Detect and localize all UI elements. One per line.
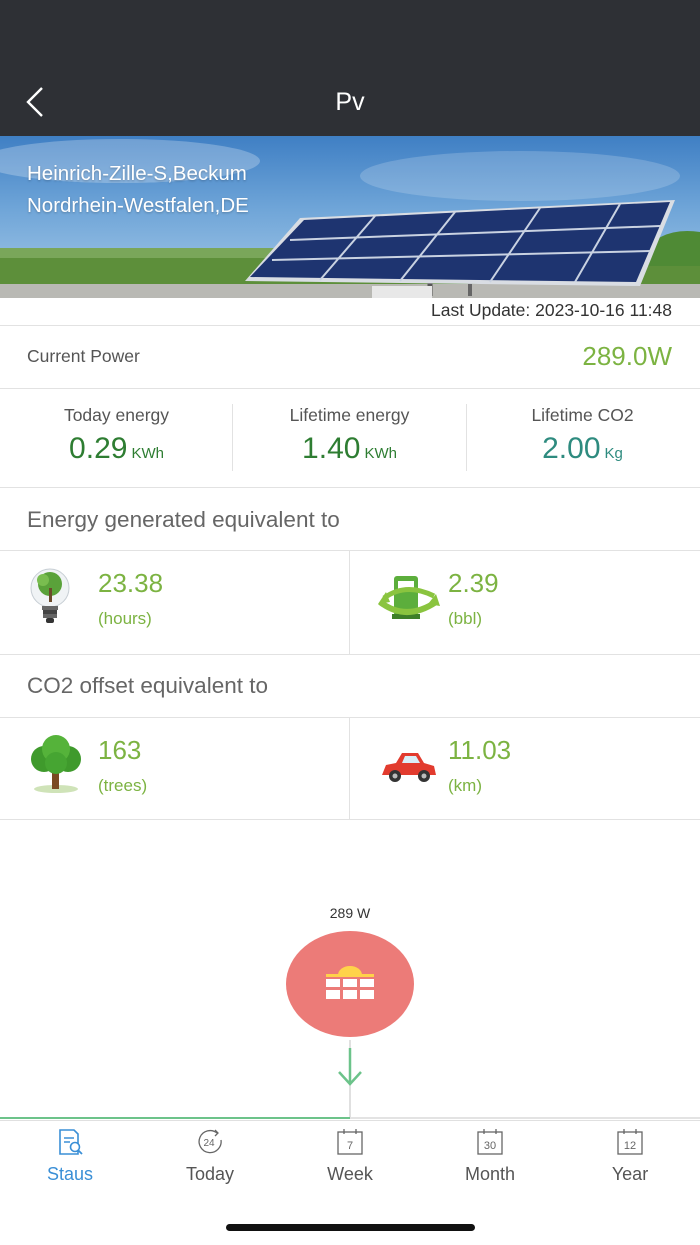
stat-label: Lifetime energy xyxy=(289,405,410,425)
flow-lines xyxy=(0,1040,700,1119)
site-banner: Heinrich-Zille-S,Beckum Nordrhein-Westfa… xyxy=(0,136,700,298)
calendar-7-icon: 7 xyxy=(337,1129,363,1155)
pv-node[interactable] xyxy=(286,931,414,1037)
equivalent-value: 11.03 xyxy=(448,735,512,765)
divider xyxy=(0,325,700,326)
svg-text:30: 30 xyxy=(484,1140,496,1152)
tab-label: Week xyxy=(327,1164,373,1184)
equivalent-value: 23.38 xyxy=(98,568,164,598)
today-energy-stat: Today energy 0.29 KWh xyxy=(0,405,233,466)
status-report-icon xyxy=(59,1129,83,1155)
tab-label: Today xyxy=(185,1164,235,1184)
stat-label: Today energy xyxy=(63,405,170,425)
current-power-value: 289.0W xyxy=(582,341,672,371)
svg-text:12: 12 xyxy=(624,1140,636,1152)
navigation-bar: Pv xyxy=(0,0,700,136)
home-indicator xyxy=(226,1224,475,1231)
tree-icon xyxy=(31,735,81,793)
trees-card: 163 (trees) xyxy=(0,718,349,821)
svg-text:7: 7 xyxy=(347,1140,353,1152)
equivalent-unit: (km) xyxy=(448,776,482,795)
car-km-card: 11.03 (km) xyxy=(350,718,699,821)
equivalent-unit: (trees) xyxy=(98,776,148,795)
stat-value: 0.29 KWh xyxy=(69,432,164,465)
24h-icon: 24 xyxy=(198,1129,222,1154)
tab-month[interactable]: 30 Month xyxy=(420,1128,560,1185)
tab-label: Month xyxy=(464,1164,516,1184)
divider xyxy=(0,487,700,488)
car-icon xyxy=(382,753,436,782)
stat-label: Lifetime CO2 xyxy=(531,405,634,425)
calendar-30-icon: 30 xyxy=(477,1129,503,1155)
last-update-text: Last Update: 2023-10-16 11:48 xyxy=(431,300,672,320)
tab-label: Year xyxy=(611,1164,649,1184)
equivalent-value: 163 xyxy=(98,735,142,765)
tab-status[interactable]: Staus xyxy=(0,1128,140,1185)
stat-value: 2.00 Kg xyxy=(542,432,623,465)
svg-text:24: 24 xyxy=(203,1138,215,1149)
divider xyxy=(0,819,700,820)
current-power-label: Current Power xyxy=(27,346,140,366)
lifetime-co2-stat: Lifetime CO2 2.00 Kg xyxy=(466,405,699,466)
fuel-bbl-card: 2.39 (bbl) xyxy=(350,551,699,654)
divider xyxy=(0,654,700,655)
pv-power-label: 289 W xyxy=(329,905,371,921)
equivalent-value: 2.39 xyxy=(448,568,499,598)
stat-value: 1.40 KWh xyxy=(302,432,397,465)
tab-today[interactable]: 24 Today xyxy=(140,1128,280,1185)
bulb-hours-card: 23.38 (hours) xyxy=(0,551,349,654)
tab-label: Staus xyxy=(46,1164,94,1184)
light-bulb-icon xyxy=(30,568,70,623)
site-address-line1: Heinrich-Zille-S,Beckum xyxy=(27,162,247,185)
calendar-12-icon: 12 xyxy=(617,1129,643,1155)
lifetime-energy-stat: Lifetime energy 1.40 KWh xyxy=(233,405,466,466)
site-address-line2: Nordrhein-Westfalen,DE xyxy=(27,194,249,217)
tab-week[interactable]: 7 Week xyxy=(280,1128,420,1185)
fuel-pump-icon xyxy=(378,576,440,619)
energy-equivalent-title: Energy generated equivalent to xyxy=(27,507,340,532)
co2-equivalent-title: CO2 offset equivalent to xyxy=(27,673,268,698)
tab-year[interactable]: 12 Year xyxy=(560,1128,700,1185)
equivalent-unit: (hours) xyxy=(98,609,152,628)
page-title: Pv xyxy=(335,88,365,116)
equivalent-unit: (bbl) xyxy=(448,609,483,628)
divider xyxy=(0,388,700,389)
solar-panel-icon xyxy=(326,966,374,999)
